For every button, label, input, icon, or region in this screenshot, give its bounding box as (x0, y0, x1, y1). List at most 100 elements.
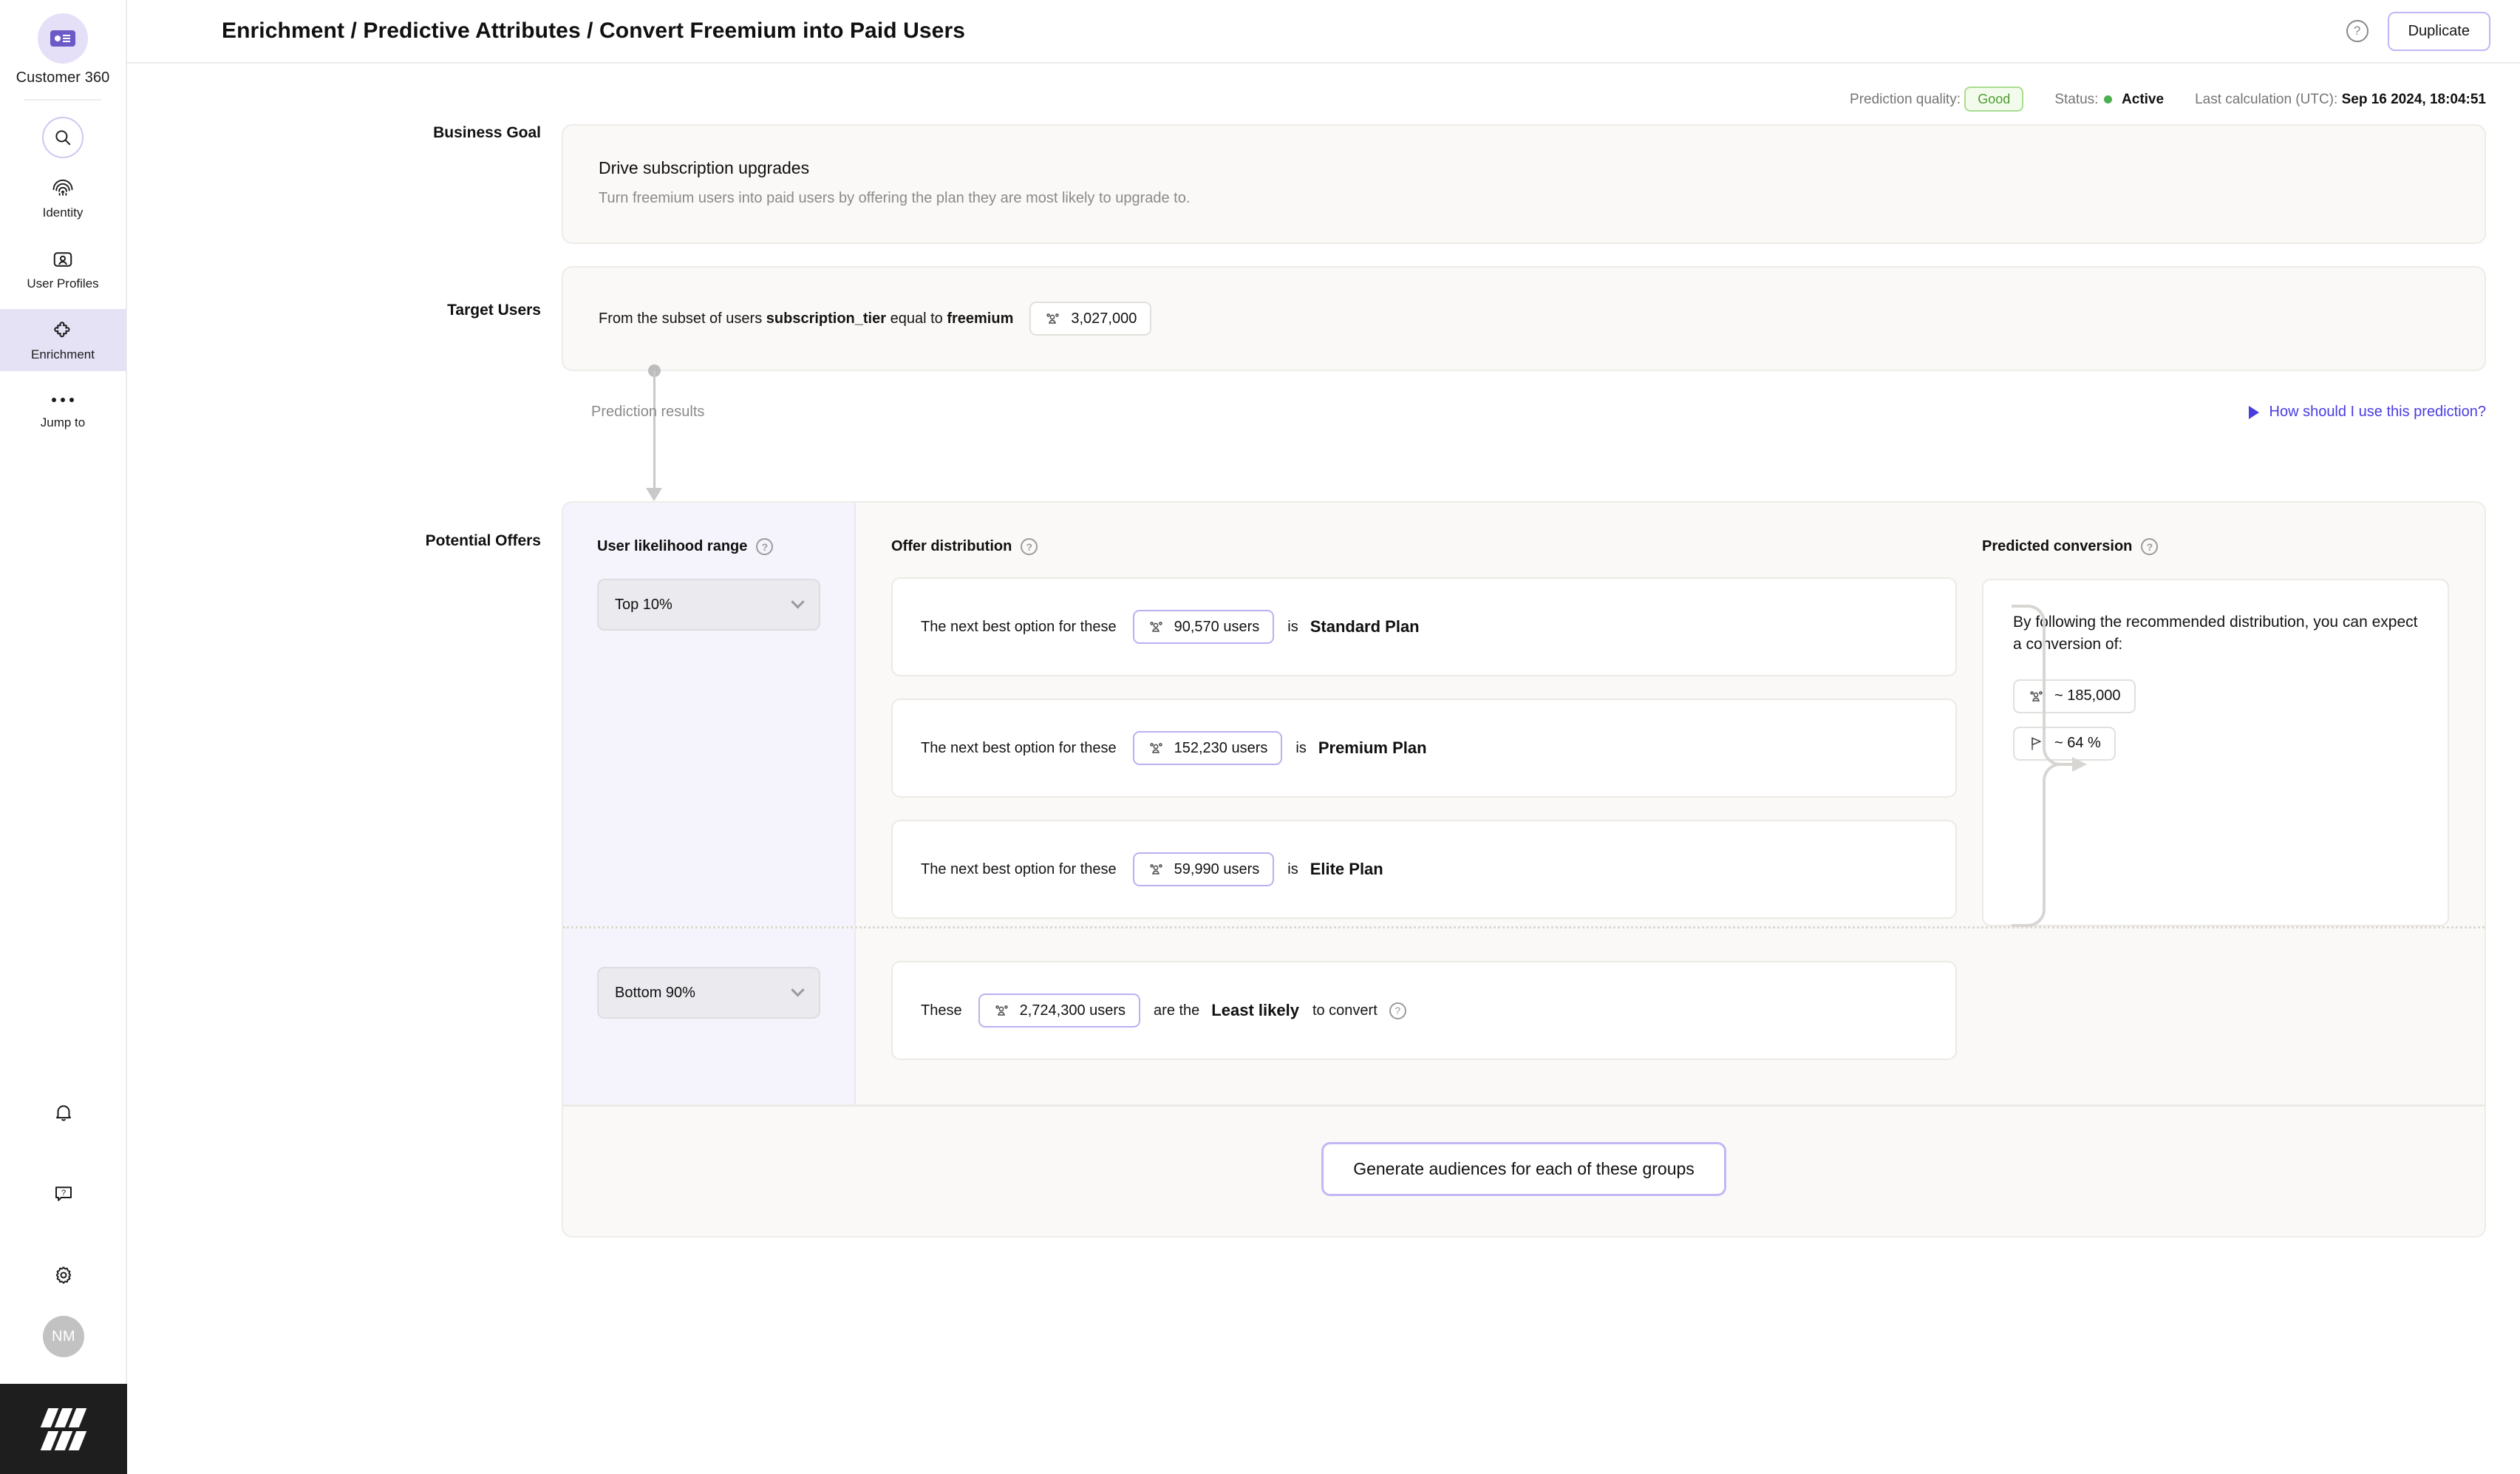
predicted-conversion-column: Predicted conversion ? By following the … (1982, 503, 2485, 926)
question-circle-icon[interactable]: ? (2346, 20, 2369, 42)
prediction-quality-label: Prediction quality: (1850, 92, 1961, 107)
status-label: Status: (2054, 92, 2099, 107)
question-bubble-icon[interactable]: ? (0, 1153, 127, 1234)
sidebar-item-user-profiles[interactable]: User Profiles (0, 238, 126, 300)
generate-audiences-button[interactable]: Generate audiences for each of these gro… (1321, 1142, 1726, 1196)
target-users-label: Target Users (447, 302, 541, 319)
offer-is-label: is (1287, 618, 1298, 635)
predicted-rate-chip: ~ 64 % (2013, 726, 2116, 761)
users-icon (1148, 618, 1165, 636)
question-circle-icon[interactable]: ? (1389, 1002, 1406, 1019)
bell-icon[interactable] (0, 1072, 127, 1153)
likelihood-header-label: User likelihood range (597, 538, 748, 554)
topbar-actions: ? Duplicate (2346, 11, 2490, 51)
user-profile-icon (52, 248, 74, 271)
question-circle-icon[interactable]: ? (756, 538, 774, 555)
sidebar-item-jump-to[interactable]: Jump to (0, 380, 126, 439)
least-likely-mid: are the (1154, 1002, 1200, 1019)
target-value: freemium (947, 310, 1014, 327)
target-users-text: From the subset of users subscription_ti… (599, 310, 1013, 327)
offer-count-value: 90,570 users (1174, 618, 1260, 635)
prediction-connector-zone: Prediction results How should I use this… (127, 364, 2486, 501)
status-dot-icon (2103, 95, 2112, 103)
prediction-results-row: Prediction results How should I use this… (127, 404, 2486, 421)
duplicate-button[interactable]: Duplicate (2387, 11, 2490, 51)
offer-count-chip[interactable]: 59,990 users (1132, 852, 1275, 886)
target-users-count-chip[interactable]: 3,027,000 (1029, 302, 1152, 336)
business-goal-card: Drive subscription upgrades Turn freemiu… (562, 124, 2486, 244)
svg-text:?: ? (61, 1189, 66, 1198)
how-to-use-prediction-label: How should I use this prediction? (2269, 404, 2487, 420)
users-icon (1148, 860, 1165, 878)
offer-plan-name: Elite Plan (1310, 860, 1383, 878)
offer-distribution-column: Offer distribution ? The next best optio… (856, 503, 2087, 927)
sidebar-item-identity[interactable]: Identity (0, 167, 126, 229)
status-group: Status: Active (2054, 92, 2164, 108)
potential-offers-label: Potential Offers (425, 532, 541, 549)
content: Business Goal Drive subscription upgrade… (127, 108, 2520, 1237)
puzzle-piece-icon (52, 319, 74, 342)
sidebar-item-enrichment[interactable]: Enrichment (0, 309, 126, 371)
how-to-use-prediction-link[interactable]: How should I use this prediction? (2248, 404, 2487, 421)
target-users-section: Target Users From the subset of users su… (127, 266, 2486, 371)
amplitude-logo (0, 1384, 127, 1474)
offer-row: The next best option for these 90,570 us… (891, 577, 1957, 676)
business-goal-label: Business Goal (433, 124, 541, 141)
offer-is-label: is (1287, 860, 1298, 877)
least-likely-column: These 2,724,300 users are the Least like… (856, 928, 2485, 1104)
play-triangle-icon (2248, 405, 2259, 419)
users-icon (1148, 739, 1165, 757)
status-value: Active (2122, 92, 2165, 107)
offer-prefix: The next best option for these (921, 739, 1117, 756)
offer-prefix: The next best option for these (921, 860, 1117, 877)
sidebar-divider (24, 99, 101, 101)
offer-prefix: The next best option for these (921, 618, 1117, 635)
least-likely-count-chip[interactable]: 2,724,300 users (978, 994, 1141, 1028)
page-title: Enrichment / Predictive Attributes / Con… (222, 18, 966, 43)
target-attribute: subscription_tier (766, 310, 887, 327)
brand-name: Customer 360 (16, 69, 110, 86)
predicted-users-value: ~ 185,000 (2054, 687, 2121, 704)
offers-footer: Generate audiences for each of these gro… (563, 1104, 2485, 1236)
last-calculation-group: Last calculation (UTC): Sep 16 2024, 18:… (2195, 92, 2486, 108)
topbar: Enrichment / Predictive Attributes / Con… (127, 0, 2520, 64)
sidebar-item-label: Enrichment (31, 347, 95, 361)
likelihood-column: User likelihood range ? Top 10% (563, 503, 856, 926)
question-circle-icon[interactable]: ? (1021, 538, 1038, 555)
predicted-conversion-values: ~ 185,000 ~ 64 % (2013, 679, 2418, 761)
predicted-users-chip: ~ 185,000 (2013, 679, 2136, 713)
target-users-count: 3,027,000 (1071, 310, 1137, 327)
bottom-range-select[interactable]: Bottom 90% (597, 967, 820, 1019)
least-likely-row: These 2,724,300 users are the Least like… (891, 961, 1957, 1060)
offers-top-region: User likelihood range ? Top 10% Offer di… (563, 503, 2485, 927)
question-circle-icon[interactable]: ? (2141, 538, 2159, 555)
search-icon[interactable] (42, 117, 84, 158)
last-calculation-label: Last calculation (UTC): (2195, 92, 2338, 107)
offer-is-label: is (1295, 739, 1307, 756)
predicted-conversion-header: Predicted conversion ? (1982, 538, 2449, 555)
predicted-conversion-card: By following the recommended distributio… (1982, 579, 2449, 926)
users-icon (1044, 310, 1062, 327)
flag-icon (2028, 735, 2046, 753)
target-users-card: From the subset of users subscription_ti… (562, 266, 2486, 371)
least-likely-count-value: 2,724,300 users (1019, 1002, 1126, 1019)
sidebar-item-label: User Profiles (27, 276, 99, 291)
avatar[interactable]: NM (43, 1316, 84, 1357)
top-range-select[interactable]: Top 10% (597, 579, 820, 631)
contact-card-icon (37, 13, 88, 64)
offer-distribution-header-label: Offer distribution (891, 538, 1012, 554)
potential-offers-panel: User likelihood range ? Top 10% Offer di… (562, 501, 2486, 1237)
offer-count-chip[interactable]: 152,230 users (1132, 731, 1283, 765)
gear-icon[interactable] (0, 1234, 127, 1316)
offers-bottom-region: Bottom 90% These 2,724,300 users are the… (563, 928, 2485, 1104)
ellipsis-icon (52, 390, 74, 410)
offer-count-value: 59,990 users (1174, 860, 1260, 877)
brand: Customer 360 (16, 0, 110, 101)
likelihood-column-bottom: Bottom 90% (563, 928, 856, 1104)
last-calculation-value: Sep 16 2024, 18:04:51 (2341, 92, 2486, 107)
offer-count-chip[interactable]: 90,570 users (1132, 610, 1275, 644)
users-icon (993, 1002, 1011, 1019)
offer-distribution-header: Offer distribution ? (891, 538, 1982, 555)
top-range-value: Top 10% (615, 596, 672, 613)
business-goal-description: Turn freemium users into paid users by o… (599, 190, 1191, 206)
